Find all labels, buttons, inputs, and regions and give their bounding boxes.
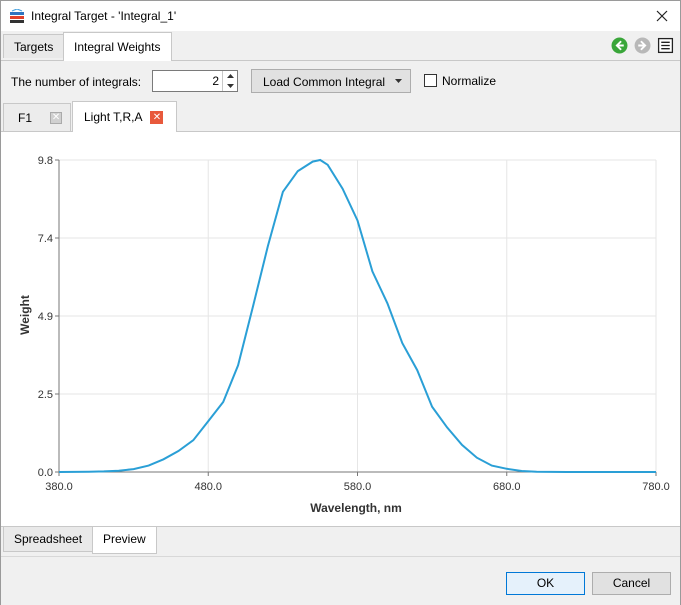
arrow-up-icon bbox=[226, 74, 234, 78]
x-tick-label: 680.0 bbox=[493, 481, 521, 493]
load-common-integral-label: Load Common Integral bbox=[263, 75, 386, 89]
y-tick-label: 7.4 bbox=[38, 233, 53, 245]
forward-arrow-icon[interactable] bbox=[634, 37, 651, 54]
spinner-down-button[interactable] bbox=[223, 81, 237, 91]
spinner-up-button[interactable] bbox=[223, 71, 237, 81]
num-integrals-spinner[interactable]: 2 bbox=[152, 70, 238, 92]
x-tick-label: 580.0 bbox=[344, 481, 372, 493]
tab-targets[interactable]: Targets bbox=[3, 34, 65, 58]
dialog-footer: OK Cancel bbox=[1, 556, 680, 605]
y-tick-label: 0.0 bbox=[38, 467, 53, 479]
tab-spreadsheet-label: Spreadsheet bbox=[14, 532, 83, 546]
grid-layer bbox=[58, 159, 657, 473]
tab-spreadsheet[interactable]: Spreadsheet bbox=[3, 527, 94, 552]
tab-f1-label: F1 bbox=[18, 110, 33, 125]
spinner-arrows bbox=[222, 71, 237, 91]
x-axis-label: Wavelength, nm bbox=[310, 501, 402, 515]
integral-settings-row: The number of integrals: 2 Load Common I… bbox=[1, 61, 680, 101]
window-title: Integral Target - 'Integral_1' bbox=[31, 9, 177, 23]
normalize-label: Normalize bbox=[442, 74, 497, 88]
tab-targets-label: Targets bbox=[14, 40, 54, 54]
axis-layer bbox=[55, 159, 657, 476]
x-tick-label: 380.0 bbox=[45, 481, 73, 493]
top-tab-bar: Targets Integral Weights bbox=[1, 31, 680, 61]
weight-chart: 380.0 480.0 580.0 680.0 780.0 0.0 2.5 4.9 7.4 9.8… bbox=[1, 132, 680, 526]
nav-toolbar bbox=[611, 37, 674, 54]
arrow-down-icon bbox=[226, 84, 234, 88]
tick-label-layer: 380.0 480.0 580.0 680.0 780.0 0.0 2.5 4.9 7.4 9.8 bbox=[38, 155, 670, 493]
tab-integral-weights[interactable]: Integral Weights bbox=[63, 32, 172, 61]
ok-button[interactable]: OK bbox=[506, 572, 585, 595]
app-icon bbox=[10, 9, 24, 23]
weight-chart-svg: 380.0 480.0 580.0 680.0 780.0 0.0 2.5 4.9 7.4 9.8… bbox=[18, 155, 670, 515]
tab-preview[interactable]: Preview bbox=[92, 527, 157, 554]
tab-light-tra-close-icon[interactable]: ✕ bbox=[150, 110, 164, 124]
tab-light-tra-label: Light T,R,A bbox=[84, 110, 143, 124]
close-icon bbox=[656, 10, 668, 22]
y-tick-label: 4.9 bbox=[38, 311, 53, 323]
num-integrals-value: 2 bbox=[212, 74, 219, 88]
back-arrow-icon[interactable] bbox=[611, 37, 628, 54]
cancel-button[interactable]: Cancel bbox=[592, 572, 671, 595]
dialog-window: Integral Target - 'Integral_1' Targets I… bbox=[0, 0, 681, 605]
tab-f1[interactable]: F1 ✕ bbox=[3, 103, 71, 131]
title-bar: Integral Target - 'Integral_1' bbox=[1, 1, 680, 31]
x-tick-label: 780.0 bbox=[642, 481, 670, 493]
integral-tab-bar: F1 ✕ Light T,R,A ✕ bbox=[1, 101, 680, 132]
tab-preview-label: Preview bbox=[103, 532, 146, 546]
normalize-checkbox[interactable] bbox=[424, 74, 437, 87]
notes-icon[interactable] bbox=[657, 37, 674, 54]
integral-weights-panel: The number of integrals: 2 Load Common I… bbox=[1, 61, 680, 556]
y-axis-label: Weight bbox=[18, 295, 32, 335]
tab-integral-weights-label: Integral Weights bbox=[74, 40, 161, 54]
chevron-down-icon bbox=[395, 79, 402, 83]
x-tick-label: 480.0 bbox=[194, 481, 222, 493]
y-tick-label: 2.5 bbox=[38, 389, 53, 401]
view-tab-bar: Spreadsheet Preview bbox=[1, 526, 680, 556]
tab-light-tra[interactable]: Light T,R,A ✕ bbox=[72, 101, 177, 132]
close-button[interactable] bbox=[650, 4, 674, 28]
tab-f1-close-icon[interactable]: ✕ bbox=[50, 111, 62, 124]
num-integrals-label: The number of integrals: bbox=[11, 75, 142, 89]
y-tick-label: 9.8 bbox=[38, 155, 53, 167]
load-common-integral-button[interactable]: Load Common Integral bbox=[251, 69, 411, 93]
